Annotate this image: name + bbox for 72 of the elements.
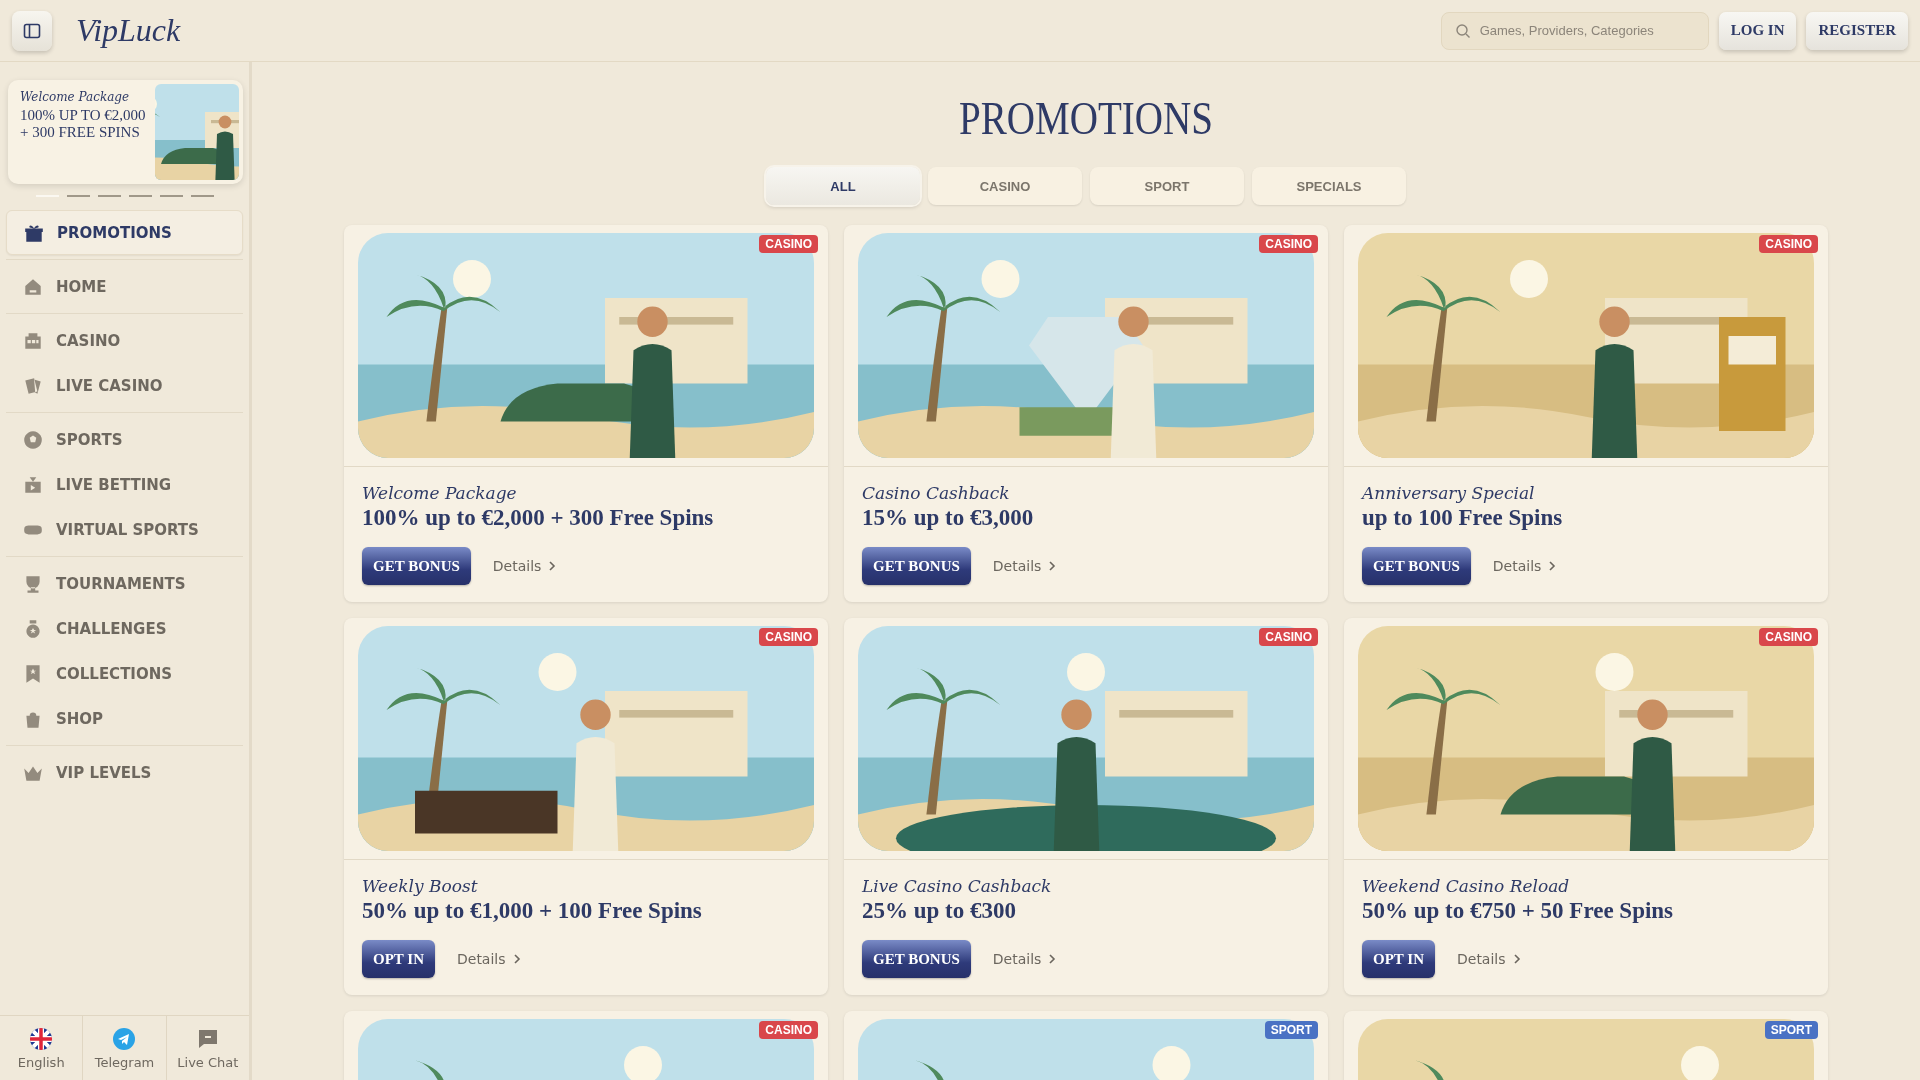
sidebar-icon (23, 21, 41, 40)
promo-title: up to 100 Free Spins (1362, 505, 1564, 531)
promo-title: 15% up to €3,000 (862, 505, 1035, 531)
category-tag: CASINO (1259, 628, 1318, 646)
category-tag: CASINO (759, 628, 818, 646)
logo[interactable]: VipLuck (76, 12, 181, 49)
bonus-button[interactable]: OPT IN (362, 940, 435, 978)
nav-item[interactable]: LIVE BETTING (6, 462, 243, 507)
page-title: PROMOTIONS (957, 92, 1215, 145)
nav-item[interactable]: TOURNAMENTS (6, 561, 243, 606)
search-field[interactable]: Games, Providers, Categories (1440, 11, 1709, 50)
chevron-icon (1511, 953, 1522, 965)
nav-item[interactable]: CASINO (6, 318, 243, 363)
footer-link[interactable]: Telegram (82, 1016, 166, 1080)
bonus-button[interactable]: GET BONUS (1362, 547, 1471, 585)
promo-banner[interactable]: Welcome Package 100% UP TO €2,000 + 300 FREE SPINS (8, 80, 243, 184)
category-tag: SPORT (1264, 1021, 1318, 1039)
filter-tab[interactable]: SPECIALS (1252, 167, 1406, 205)
bonus-button[interactable]: GET BONUS (862, 547, 971, 585)
details-link[interactable]: Details (1457, 951, 1522, 967)
banner-subtitle: Welcome Package (20, 90, 131, 104)
nav-item[interactable]: LIVE CASINO (6, 363, 243, 408)
promo-subtitle: Anniversary Special (1362, 483, 1536, 503)
footer-link[interactable]: English (0, 1016, 83, 1080)
promo-subtitle: Live Casino Cashback (862, 876, 1053, 896)
nav-item[interactable]: VIP LEVELS (6, 750, 243, 795)
details-link[interactable]: Details (457, 951, 522, 967)
nav-item[interactable]: COLLECTIONS (6, 651, 243, 696)
banner-title: 100% UP TO €2,000 + 300 FREE SPINS (20, 107, 147, 140)
promo-title: 50% up to €750 + 50 Free Spins (1362, 898, 1675, 924)
category-tag: CASINO (1259, 235, 1318, 253)
sidebar-toggle-button[interactable] (12, 10, 52, 51)
details-link[interactable]: Details (492, 558, 558, 574)
chevron-icon (511, 953, 522, 965)
paper-plane-icon (112, 1026, 137, 1051)
category-tag: CASINO (1759, 628, 1818, 646)
nav-item[interactable]: SPORTS (6, 417, 243, 462)
nav-item[interactable]: HOME (6, 264, 243, 309)
chevron-icon (1047, 560, 1058, 572)
promo-title: 100% up to €2,000 + 300 Free Spins (362, 505, 715, 531)
details-link[interactable]: Details (992, 558, 1058, 574)
promo-subtitle: Casino Cashback (862, 483, 1011, 503)
bonus-button[interactable]: OPT IN (1362, 940, 1435, 978)
flag-icon (29, 1026, 54, 1051)
category-tag: CASINO (759, 1021, 818, 1039)
footer-link[interactable]: Live Chat (165, 1016, 249, 1080)
promo-subtitle: Weekend Casino Reload (1362, 876, 1571, 896)
nav-item[interactable]: PROMOTIONS (6, 210, 243, 255)
category-tag: CASINO (759, 235, 818, 253)
promo-subtitle: Weekly Boost (362, 876, 479, 896)
search-icon (1454, 22, 1471, 39)
nav-item[interactable]: SHOP (6, 696, 243, 741)
chevron-icon (547, 560, 558, 572)
promo-subtitle: Welcome Package (362, 483, 518, 503)
details-link[interactable]: Details (992, 951, 1058, 967)
nav-item[interactable]: CHALLENGES (6, 606, 243, 651)
nav-item[interactable]: VIRTUAL SPORTS (6, 507, 243, 552)
promo-title: 25% up to €300 (862, 898, 1017, 924)
nav-icon (22, 428, 44, 451)
category-tag: SPORT (1764, 1021, 1818, 1039)
category-tag: CASINO (1759, 235, 1818, 253)
filter-tab[interactable]: SPORT (1090, 167, 1244, 205)
bonus-button[interactable]: GET BONUS (362, 547, 471, 585)
register-button[interactable]: REGISTER (1806, 11, 1908, 50)
promo-title: 50% up to €1,000 + 100 Free Spins (362, 898, 703, 924)
details-link[interactable]: Details (1492, 558, 1558, 574)
chevron-icon (1547, 560, 1558, 572)
filter-tab[interactable]: CASINO (928, 167, 1082, 205)
chevron-icon (1047, 953, 1058, 965)
bonus-button[interactable]: GET BONUS (862, 940, 971, 978)
login-button[interactable]: LOG IN (1718, 11, 1797, 50)
filter-tab[interactable]: ALL (766, 167, 920, 205)
